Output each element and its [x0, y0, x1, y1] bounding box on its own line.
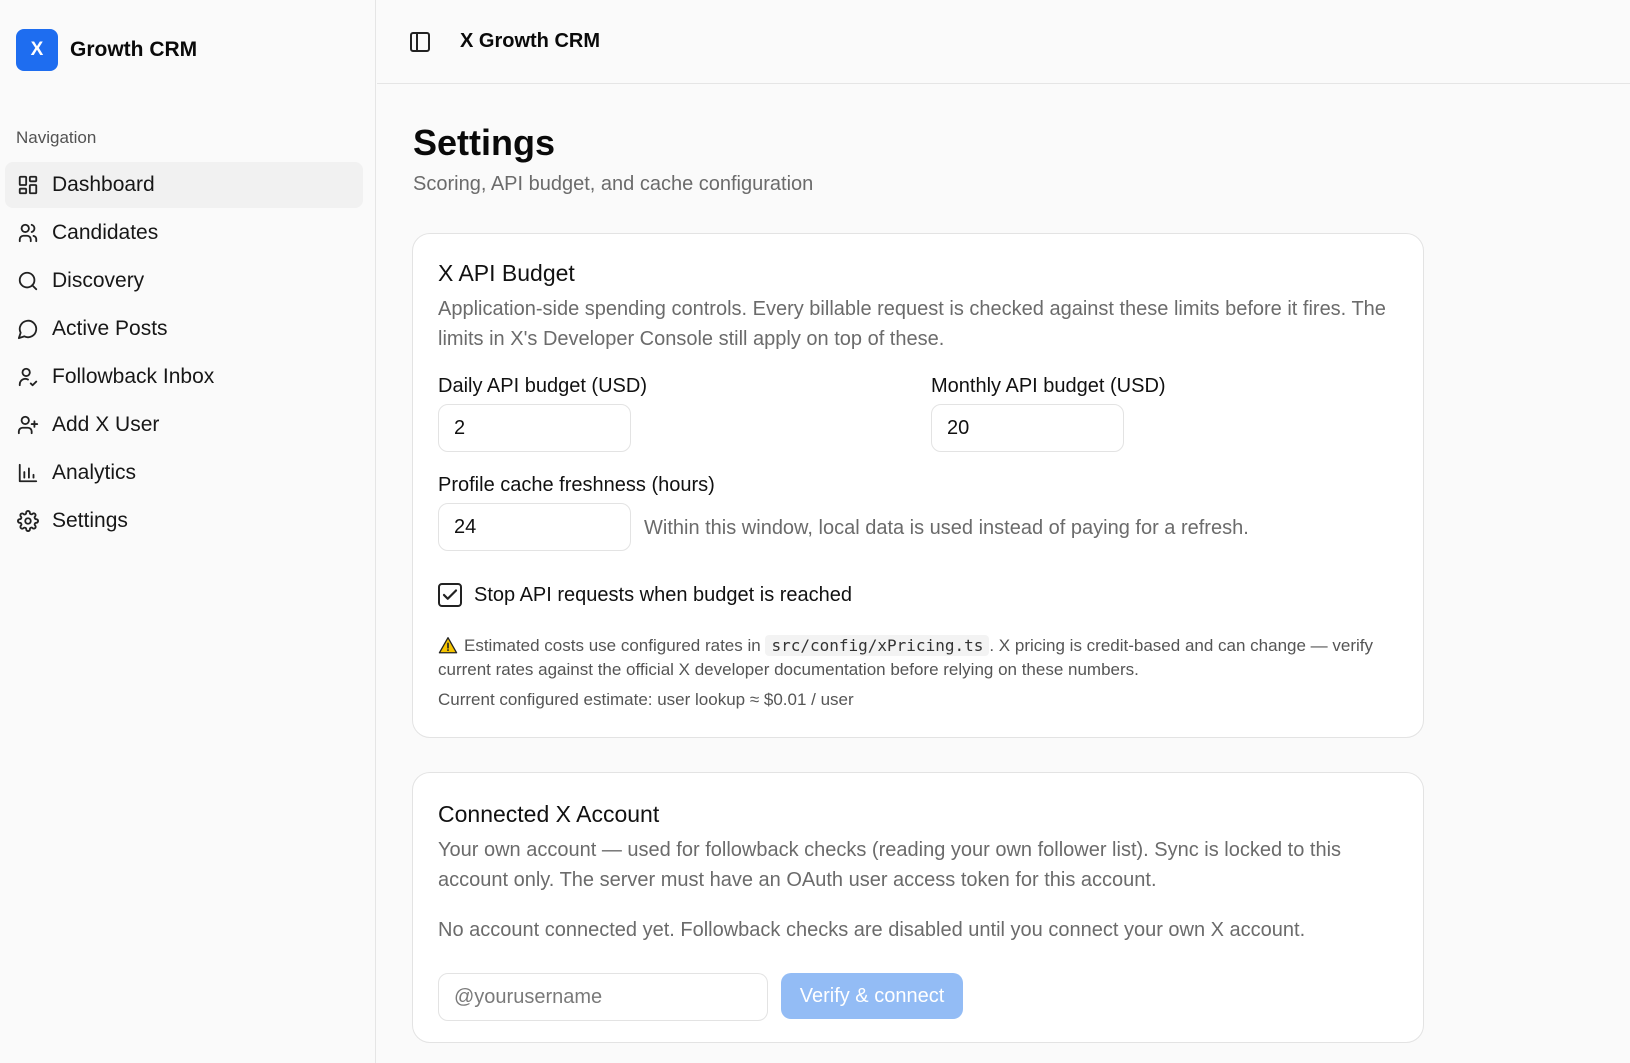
verify-connect-button[interactable]: Verify & connect: [781, 973, 963, 1019]
sidebar-item-label: Candidates: [52, 221, 159, 244]
cache-freshness-input[interactable]: [438, 503, 631, 551]
check-icon: [442, 589, 458, 600]
cache-hint: Within this window, local data is used i…: [644, 517, 1249, 539]
sidebar-item-label: Dashboard: [52, 173, 155, 196]
card-description: Your own account — used for followback c…: [438, 839, 1342, 891]
api-budget-card: X API Budget Application-side spending c…: [412, 233, 1424, 738]
stop-requests-label[interactable]: Stop API requests when budget is reached: [474, 584, 852, 607]
user-check-icon: [18, 367, 38, 387]
sidebar-item-analytics[interactable]: Analytics: [5, 450, 363, 496]
monthly-budget-label: Monthly API budget (USD): [931, 375, 1166, 397]
sidebar-item-label: Discovery: [52, 269, 145, 292]
sidebar-item-label: Analytics: [52, 461, 137, 484]
user-plus-icon: [17, 415, 39, 435]
message-circle-icon: [17, 319, 38, 340]
sidebar-item-label: Active Posts: [52, 317, 168, 340]
account-status: No account connected yet. Followback che…: [438, 919, 1306, 941]
card-description: Application-side spending controls. Ever…: [438, 298, 1386, 350]
top-header: X Growth CRM: [377, 0, 1630, 84]
sidebar-item-active-posts[interactable]: Active Posts: [5, 306, 363, 352]
cache-freshness-label: Profile cache freshness (hours): [438, 474, 715, 496]
users-icon: [18, 223, 38, 243]
sidebar-item-add-x-user[interactable]: Add X User: [5, 402, 363, 448]
bar-chart-icon: [18, 463, 38, 483]
monthly-budget-input[interactable]: [931, 404, 1124, 452]
sidebar-item-discovery[interactable]: Discovery: [5, 258, 363, 304]
sidebar-nav: Dashboard Candidates Discovery Active Po…: [5, 162, 363, 546]
brand-name: Growth CRM: [70, 38, 198, 61]
page-title: Settings: [413, 122, 556, 163]
pricing-note: Estimated costs use configured rates in …: [438, 634, 1398, 682]
panel-left-icon[interactable]: [408, 30, 432, 54]
header-title: X Growth CRM: [460, 30, 600, 52]
brand-logo: X: [16, 29, 58, 71]
sidebar-item-dashboard[interactable]: Dashboard: [5, 162, 363, 208]
nav-heading: Navigation: [16, 128, 97, 147]
search-icon: [18, 271, 38, 291]
sidebar-item-settings[interactable]: Settings: [5, 498, 363, 544]
sidebar-item-label: Add X User: [52, 413, 160, 436]
warning-triangle-icon: [438, 636, 458, 654]
sidebar: X Growth CRM Navigation Dashboard Candid…: [0, 0, 376, 1063]
note-prefix: Estimated costs use configured rates in: [464, 636, 761, 655]
stop-requests-checkbox[interactable]: [438, 583, 462, 607]
gear-icon: [17, 510, 39, 532]
card-title: Connected X Account: [438, 801, 660, 827]
cost-estimate: Current configured estimate: user lookup…: [438, 690, 854, 709]
sidebar-item-label: Settings: [52, 509, 128, 532]
pricing-config-path: src/config/xPricing.ts: [765, 635, 990, 656]
connected-account-card: Connected X Account Your own account — u…: [412, 772, 1424, 1043]
daily-budget-input[interactable]: [438, 404, 631, 452]
dashboard-icon: [18, 175, 38, 195]
main-content: Settings Scoring, API budget, and cache …: [377, 84, 1630, 1063]
sidebar-item-followback-inbox[interactable]: Followback Inbox: [5, 354, 363, 400]
card-title: X API Budget: [438, 260, 575, 286]
daily-budget-label: Daily API budget (USD): [438, 375, 647, 397]
page-subtitle: Scoring, API budget, and cache configura…: [413, 173, 814, 195]
username-input[interactable]: [438, 973, 768, 1021]
sidebar-item-label: Followback Inbox: [52, 365, 215, 388]
sidebar-item-candidates[interactable]: Candidates: [5, 210, 363, 256]
brand[interactable]: X Growth CRM: [16, 29, 197, 71]
